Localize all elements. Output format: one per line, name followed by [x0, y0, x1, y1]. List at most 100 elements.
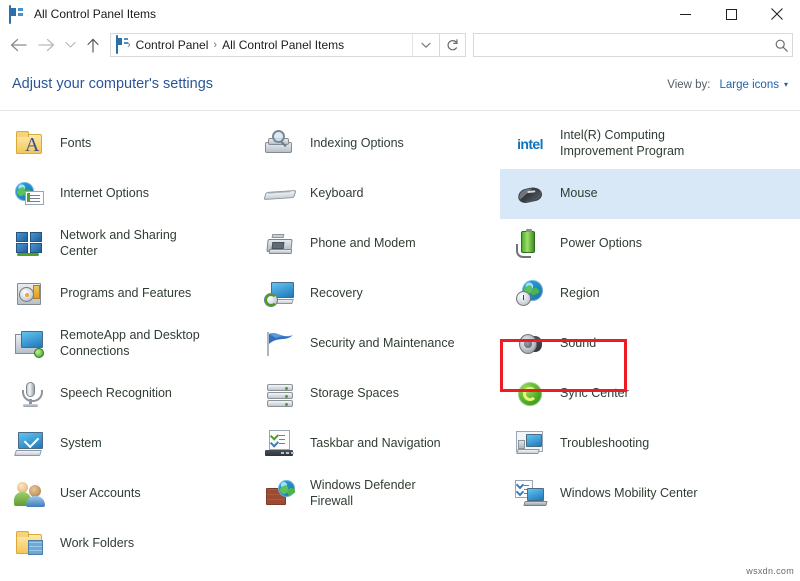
- item-label: Intel(R) Computing Improvement Program: [560, 128, 720, 160]
- view-by-control: View by: Large icons ▾: [667, 79, 788, 91]
- item-label: Sync Center: [560, 386, 629, 402]
- item-label: Region: [560, 286, 600, 302]
- column-3: intel Intel(R) Computing Improvement Pro…: [500, 119, 800, 581]
- microphone-icon: [14, 378, 46, 410]
- recovery-icon: [264, 278, 296, 310]
- search-input[interactable]: [474, 37, 770, 53]
- watermark: wsxdn.com: [746, 566, 794, 576]
- minimize-icon[interactable]: [662, 0, 708, 28]
- back-arrow-icon[interactable]: [4, 32, 32, 58]
- control-panel-item-troubleshooting[interactable]: Troubleshooting: [500, 419, 800, 469]
- item-label: Programs and Features: [60, 286, 191, 302]
- security-maintenance-flag-icon: [264, 328, 296, 360]
- work-folders-icon: [14, 528, 46, 560]
- search-icon[interactable]: [770, 39, 792, 52]
- control-panel-item-security-and-maintenance[interactable]: Security and Maintenance: [250, 319, 500, 369]
- control-panel-item-recovery[interactable]: Recovery: [250, 269, 500, 319]
- refresh-icon[interactable]: [440, 33, 466, 57]
- storage-spaces-icon: [264, 378, 296, 410]
- internet-options-icon: [14, 178, 46, 210]
- control-panel-item-internet-options[interactable]: Internet Options: [0, 169, 250, 219]
- control-panel-item-sync-center[interactable]: Sync Center: [500, 369, 800, 419]
- close-icon[interactable]: [754, 0, 800, 28]
- item-label: Windows Defender Firewall: [310, 478, 460, 510]
- intel-logo-icon: intel: [514, 128, 546, 160]
- item-label: Sound: [560, 336, 596, 352]
- item-label: RemoteApp and Desktop Connections: [60, 328, 210, 360]
- mouse-icon: [514, 178, 546, 210]
- item-label: Fonts: [60, 136, 91, 152]
- phone-modem-icon: [264, 228, 296, 260]
- breadcrumb-control-panel[interactable]: Control Panel: [136, 38, 209, 52]
- keyboard-icon: [264, 178, 296, 210]
- address-bar[interactable]: › Control Panel › All Control Panel Item…: [110, 33, 440, 57]
- control-panel-item-phone-and-modem[interactable]: Phone and Modem: [250, 219, 500, 269]
- item-label: Phone and Modem: [310, 236, 416, 252]
- control-panel-item-programs-and-features[interactable]: Programs and Features: [0, 269, 250, 319]
- item-label: User Accounts: [60, 486, 141, 502]
- control-panel-item-region[interactable]: Region: [500, 269, 800, 319]
- item-label: Troubleshooting: [560, 436, 649, 452]
- windows-mobility-center-icon: [514, 478, 546, 510]
- taskbar-navigation-icon: [264, 428, 296, 460]
- control-panel-item-work-folders[interactable]: Work Folders: [0, 519, 250, 569]
- windows-defender-firewall-icon: [264, 478, 296, 510]
- column-2: Indexing Options Keyboard Phone and Mode…: [250, 119, 500, 581]
- maximize-icon[interactable]: [708, 0, 754, 28]
- control-panel-item-taskbar-and-navigation[interactable]: Taskbar and Navigation: [250, 419, 500, 469]
- remoteapp-desktop-connections-icon: [14, 328, 46, 360]
- up-arrow-icon[interactable]: [80, 32, 106, 58]
- title-bar: All Control Panel Items: [0, 0, 800, 28]
- control-panel-item-indexing-options[interactable]: Indexing Options: [250, 119, 500, 169]
- recent-locations-chevron-icon[interactable]: [60, 32, 80, 58]
- forward-arrow-icon[interactable]: [32, 32, 60, 58]
- control-panel-item-windows-mobility-center[interactable]: Windows Mobility Center: [500, 469, 800, 519]
- breadcrumb-separator: ›: [208, 40, 222, 51]
- item-label: Mouse: [560, 186, 598, 202]
- control-panel-item-speech-recognition[interactable]: Speech Recognition: [0, 369, 250, 419]
- troubleshooting-icon: [514, 428, 546, 460]
- control-panel-item-sound[interactable]: Sound: [500, 319, 800, 369]
- control-panel-item-keyboard[interactable]: Keyboard: [250, 169, 500, 219]
- programs-features-icon: [14, 278, 46, 310]
- control-panel-item-fonts[interactable]: A Fonts: [0, 119, 250, 169]
- control-panel-item-mouse[interactable]: Mouse: [500, 169, 800, 219]
- control-panel-item-intel-computing-improvement-program[interactable]: intel Intel(R) Computing Improvement Pro…: [500, 119, 800, 169]
- control-panel-item-system[interactable]: System: [0, 419, 250, 469]
- header-band: Adjust your computer's settings View by:…: [0, 62, 800, 111]
- item-label: Network and Sharing Center: [60, 228, 210, 260]
- breadcrumb-separator: ›: [122, 40, 136, 51]
- view-by-value[interactable]: Large icons: [720, 79, 779, 91]
- item-label: Work Folders: [60, 536, 134, 552]
- item-label: Speech Recognition: [60, 386, 172, 402]
- control-panel-item-network-and-sharing-center[interactable]: Network and Sharing Center: [0, 219, 250, 269]
- control-panel-items-grid: A Fonts Internet Options: [0, 111, 800, 581]
- user-accounts-icon: [14, 478, 46, 510]
- chevron-down-icon[interactable]: ▾: [784, 80, 788, 89]
- item-label: Keyboard: [310, 186, 364, 202]
- system-monitor-icon: [14, 428, 46, 460]
- address-chevron-down-icon[interactable]: [412, 34, 439, 56]
- control-panel-item-power-options[interactable]: Power Options: [500, 219, 800, 269]
- indexing-options-icon: [264, 128, 296, 160]
- control-panel-item-remoteapp-and-desktop-connections[interactable]: RemoteApp and Desktop Connections: [0, 319, 250, 369]
- region-icon: [514, 278, 546, 310]
- network-sharing-center-icon: [14, 228, 46, 260]
- control-panel-icon: [116, 36, 118, 54]
- item-label: Storage Spaces: [310, 386, 399, 402]
- control-panel-item-user-accounts[interactable]: User Accounts: [0, 469, 250, 519]
- control-panel-item-windows-defender-firewall[interactable]: Windows Defender Firewall: [250, 469, 500, 519]
- control-panel-window: All Control Panel Items: [0, 0, 800, 580]
- sound-speaker-icon: [514, 328, 546, 360]
- item-label: System: [60, 436, 102, 452]
- window-title: All Control Panel Items: [34, 7, 156, 21]
- breadcrumb-all-control-panel-items[interactable]: All Control Panel Items: [222, 38, 344, 52]
- window-controls: [662, 0, 800, 28]
- control-panel-item-storage-spaces[interactable]: Storage Spaces: [250, 369, 500, 419]
- sync-center-icon: [514, 378, 546, 410]
- navigation-toolbar: › Control Panel › All Control Panel Item…: [0, 28, 800, 62]
- item-label: Recovery: [310, 286, 363, 302]
- search-box[interactable]: [473, 33, 793, 57]
- item-label: Taskbar and Navigation: [310, 436, 441, 452]
- control-panel-icon: [9, 6, 25, 22]
